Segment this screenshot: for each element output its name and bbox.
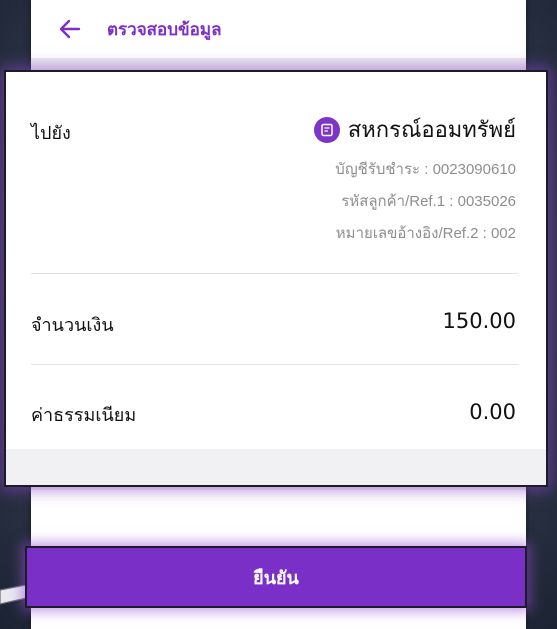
page-title: ตรวจสอบข้อมูล <box>107 20 222 40</box>
app-bar: ตรวจสอบข้อมูล <box>31 0 526 58</box>
divider <box>31 364 518 365</box>
ref2-detail: หมายเลขอ้างอิง/Ref.2 : 002 <box>335 225 516 242</box>
confirm-button[interactable]: ยืนยัน <box>25 546 527 608</box>
arrow-left-icon[interactable] <box>57 16 83 42</box>
card-footer <box>6 449 546 485</box>
fee-label: ค่าธรรมเนียม <box>31 405 137 426</box>
amount-value: 150.00 <box>442 309 516 333</box>
confirm-button-label: ยืนยัน <box>253 567 299 589</box>
biller-account-detail: บัญชีรับชำระ : 0023090610 <box>335 161 516 178</box>
divider <box>31 273 518 274</box>
biller: สหกรณ์ออมทรัพย์ <box>313 112 516 147</box>
review-card: ไปยัง สหกรณ์ออมทรัพย์ บัญชีรับชำระ : 002… <box>4 70 548 487</box>
destination-label: ไปยัง <box>31 123 71 144</box>
amount-label: จำนวนเงิน <box>31 315 114 336</box>
biller-name: สหกรณ์ออมทรัพย์ <box>347 118 516 143</box>
fee-value: 0.00 <box>469 400 516 424</box>
ref1-detail: รหัสลูกค้า/Ref.1 : 0035026 <box>341 193 516 210</box>
biller-logo-icon <box>313 116 340 143</box>
